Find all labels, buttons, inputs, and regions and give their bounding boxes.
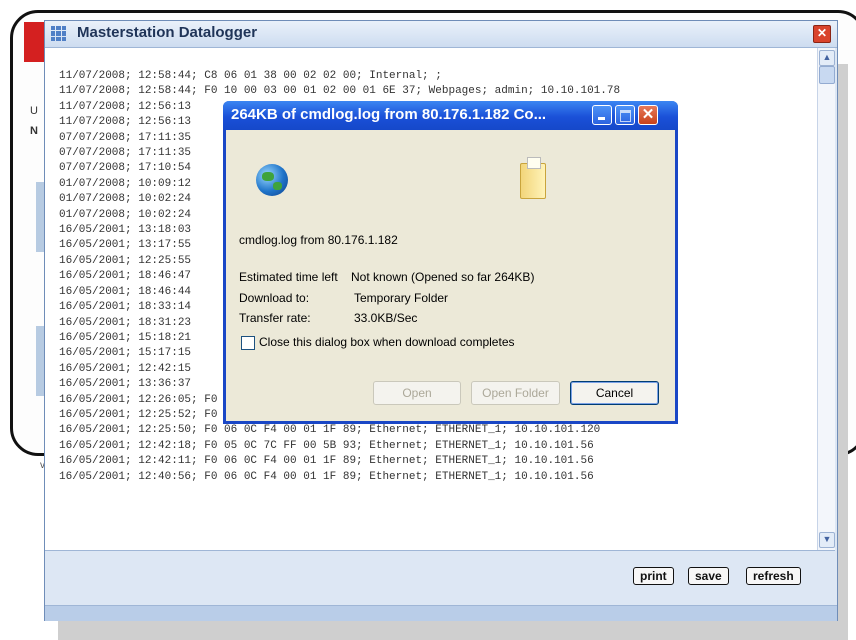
close-when-done-label: Close this dialog box when download comp… <box>259 335 515 349</box>
log-line: 16/05/2001; 12:42:18; F0 05 0C 7C FF 00 … <box>59 439 594 452</box>
minimize-icon[interactable] <box>592 105 612 125</box>
scroll-thumb[interactable] <box>819 66 835 84</box>
background-tab-n: N <box>30 125 38 137</box>
file-source-text: cmdlog.log from 80.176.1.182 <box>239 233 398 247</box>
download-to-label: Download to: <box>239 291 310 305</box>
scroll-up-icon[interactable]: ▲ <box>819 50 835 66</box>
transfer-rate-label: Transfer rate: <box>239 311 311 325</box>
log-line: 16/05/2001; 12:40:56; F0 06 0C F4 00 01 … <box>59 470 594 483</box>
close-icon[interactable]: ✕ <box>638 105 658 125</box>
globe-icon <box>256 164 288 196</box>
log-line: 16/05/2001; 12:25:50; F0 06 0C F4 00 01 … <box>59 424 601 437</box>
maximize-icon[interactable] <box>615 105 635 125</box>
window-title: Masterstation Datalogger <box>77 24 258 41</box>
log-line: 11/07/2008; 12:58:44; F0 10 00 03 00 01 … <box>59 85 621 98</box>
dialog-title: 264KB of cmdlog.log from 80.176.1.182 Co… <box>231 106 547 123</box>
dialog-titlebar[interactable]: 264KB of cmdlog.log from 80.176.1.182 Co… <box>223 101 678 130</box>
background-side-bar <box>36 326 44 396</box>
cancel-button[interactable]: Cancel <box>570 381 659 405</box>
background-side-bar <box>36 182 44 252</box>
window-footer <box>45 605 837 621</box>
vertical-scrollbar[interactable]: ▲ ▼ <box>817 48 835 550</box>
grid-icon <box>51 26 66 41</box>
log-line: 16/05/2001; 12:42:11; F0 06 0C F4 00 01 … <box>59 455 594 468</box>
window-titlebar[interactable]: Masterstation Datalogger ✕ <box>45 21 837 48</box>
print-button[interactable]: print <box>633 567 674 585</box>
open-folder-button[interactable]: Open Folder <box>471 381 560 405</box>
open-button[interactable]: Open <box>373 381 461 405</box>
background-tab-u: U <box>30 105 38 117</box>
download-dialog: 264KB of cmdlog.log from 80.176.1.182 Co… <box>223 101 678 424</box>
estimated-time-value: Not known (Opened so far 264KB) <box>351 270 535 284</box>
scroll-down-icon[interactable]: ▼ <box>819 532 835 548</box>
refresh-button[interactable]: refresh <box>746 567 801 585</box>
save-button[interactable]: save <box>688 567 729 585</box>
download-to-value: Temporary Folder <box>354 291 449 305</box>
folder-icon <box>520 157 546 199</box>
estimated-time-label: Estimated time left <box>239 270 338 284</box>
close-when-done-checkbox[interactable] <box>241 336 255 350</box>
button-row: print save refresh <box>45 551 835 605</box>
transfer-rate-value: 33.0KB/Sec <box>354 311 418 325</box>
close-icon[interactable]: ✕ <box>813 25 831 43</box>
log-line: 11/07/2008; 12:58:44; C8 06 01 38 00 02 … <box>59 70 442 82</box>
